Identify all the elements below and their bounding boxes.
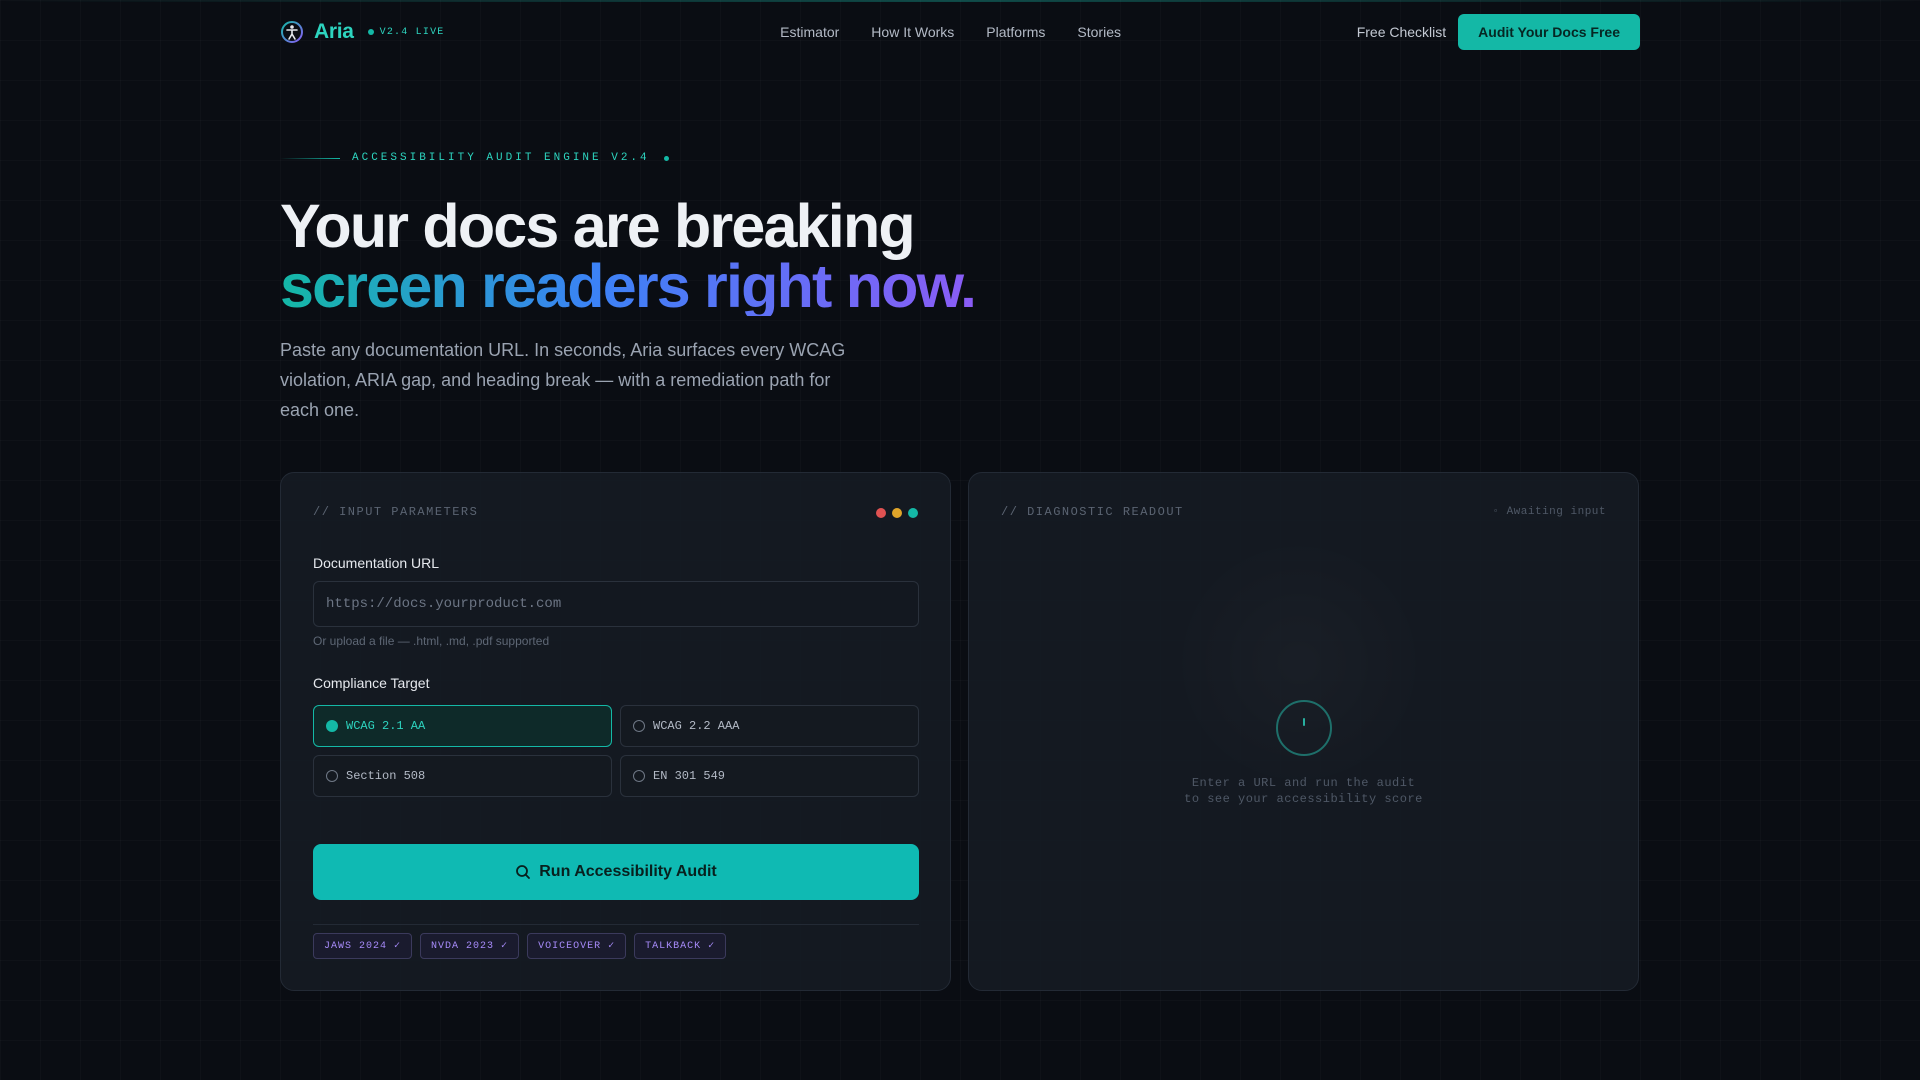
hero-eyebrow: ACCESSIBILITY AUDIT ENGINE V2.4 <box>280 152 669 164</box>
nav-link-how-it-works[interactable]: How It Works <box>871 24 954 40</box>
option-label: Section 508 <box>346 769 426 783</box>
url-field-label: Documentation URL <box>313 555 440 571</box>
option-label: WCAG 2.2 AAA <box>653 719 740 733</box>
brand-name: Aria <box>314 20 354 43</box>
brand[interactable]: Aria V2.4 LIVE <box>280 20 444 44</box>
hero-title-line1: Your docs are breaking <box>280 192 916 260</box>
live-badge-text: V2.4 LIVE <box>379 26 445 38</box>
live-badge: V2.4 LIVE <box>367 26 445 38</box>
nav-links: Estimator How It Works Platforms Stories <box>780 24 1121 40</box>
gauge-needle <box>1303 718 1305 726</box>
nav-link-estimator[interactable]: Estimator <box>780 24 839 40</box>
free-checklist-link[interactable]: Free Checklist <box>1357 24 1446 40</box>
awaiting-status: ◦ Awaiting input <box>1492 506 1606 518</box>
eyebrow-line <box>280 157 340 159</box>
input-panel: // INPUT PARAMETERS Documentation URL Or… <box>280 472 951 991</box>
upload-helper-text: Or upload a file — .html, .md, .pdf supp… <box>313 634 550 648</box>
option-wcag-21-aa[interactable]: WCAG 2.1 AA <box>313 705 612 747</box>
red-dot-icon <box>876 508 886 518</box>
nav-actions: Free Checklist Audit Your Docs Free <box>1357 14 1640 50</box>
option-section-508[interactable]: Section 508 <box>313 755 612 797</box>
diagnostic-panel: // DIAGNOSTIC READOUT ◦ Awaiting input E… <box>968 472 1639 991</box>
nav-link-platforms[interactable]: Platforms <box>986 24 1045 40</box>
teal-dot-icon <box>908 508 918 518</box>
run-button-label: Run Accessibility Audit <box>539 863 717 880</box>
screen-reader-tags: JAWS 2024 ✓ NVDA 2023 ✓ VOICEOVER ✓ TALK… <box>313 933 727 959</box>
empty-state-line2: to see your accessibility score <box>1184 792 1423 806</box>
option-label: WCAG 2.1 AA <box>346 719 426 733</box>
score-gauge-icon <box>1276 700 1332 756</box>
top-accent-line <box>0 0 1920 2</box>
audit-docs-free-button[interactable]: Audit Your Docs Free <box>1458 14 1640 50</box>
empty-state-line1: Enter a URL and run the audit <box>1191 776 1416 790</box>
window-dots <box>876 508 918 518</box>
tag-voiceover: VOICEOVER ✓ <box>527 933 627 959</box>
option-wcag-22-aaa[interactable]: WCAG 2.2 AAA <box>620 705 919 747</box>
radio-selected-icon <box>326 720 338 732</box>
radio-icon <box>633 770 645 782</box>
top-nav: Aria V2.4 LIVE Estimator How It Works Pl… <box>280 14 1640 50</box>
option-label: EN 301 549 <box>653 769 726 783</box>
panel-divider <box>313 924 919 925</box>
tag-nvda: NVDA 2023 ✓ <box>420 933 520 959</box>
eyebrow-dot-icon <box>663 155 669 161</box>
search-icon <box>516 865 531 879</box>
option-en-301-549[interactable]: EN 301 549 <box>620 755 919 797</box>
tag-talkback: TALKBACK ✓ <box>634 933 727 959</box>
eyebrow-text: ACCESSIBILITY AUDIT ENGINE V2.4 <box>352 152 650 164</box>
hero-subtitle: Paste any documentation URL. In seconds,… <box>280 340 846 420</box>
input-panel-label: // INPUT PARAMETERS <box>313 505 479 519</box>
nav-link-stories[interactable]: Stories <box>1077 24 1121 40</box>
amber-dot-icon <box>892 508 902 518</box>
empty-state-text: Enter a URL and run the audit to see you… <box>969 775 1638 807</box>
diagnostic-panel-label: // DIAGNOSTIC READOUT <box>1001 505 1184 519</box>
hero-title: Your docs are breaking screen readers ri… <box>280 192 977 320</box>
accessibility-icon <box>281 21 303 43</box>
live-dot-icon <box>367 29 374 35</box>
compliance-target-label: Compliance Target <box>313 675 430 691</box>
documentation-url-input[interactable] <box>313 581 919 627</box>
run-accessibility-audit-button[interactable]: Run Accessibility Audit <box>313 844 919 900</box>
radio-icon <box>326 770 338 782</box>
tag-jaws: JAWS 2024 ✓ <box>313 933 413 959</box>
radio-icon <box>633 720 645 732</box>
hero-title-line2: screen readers right now. <box>280 252 977 320</box>
